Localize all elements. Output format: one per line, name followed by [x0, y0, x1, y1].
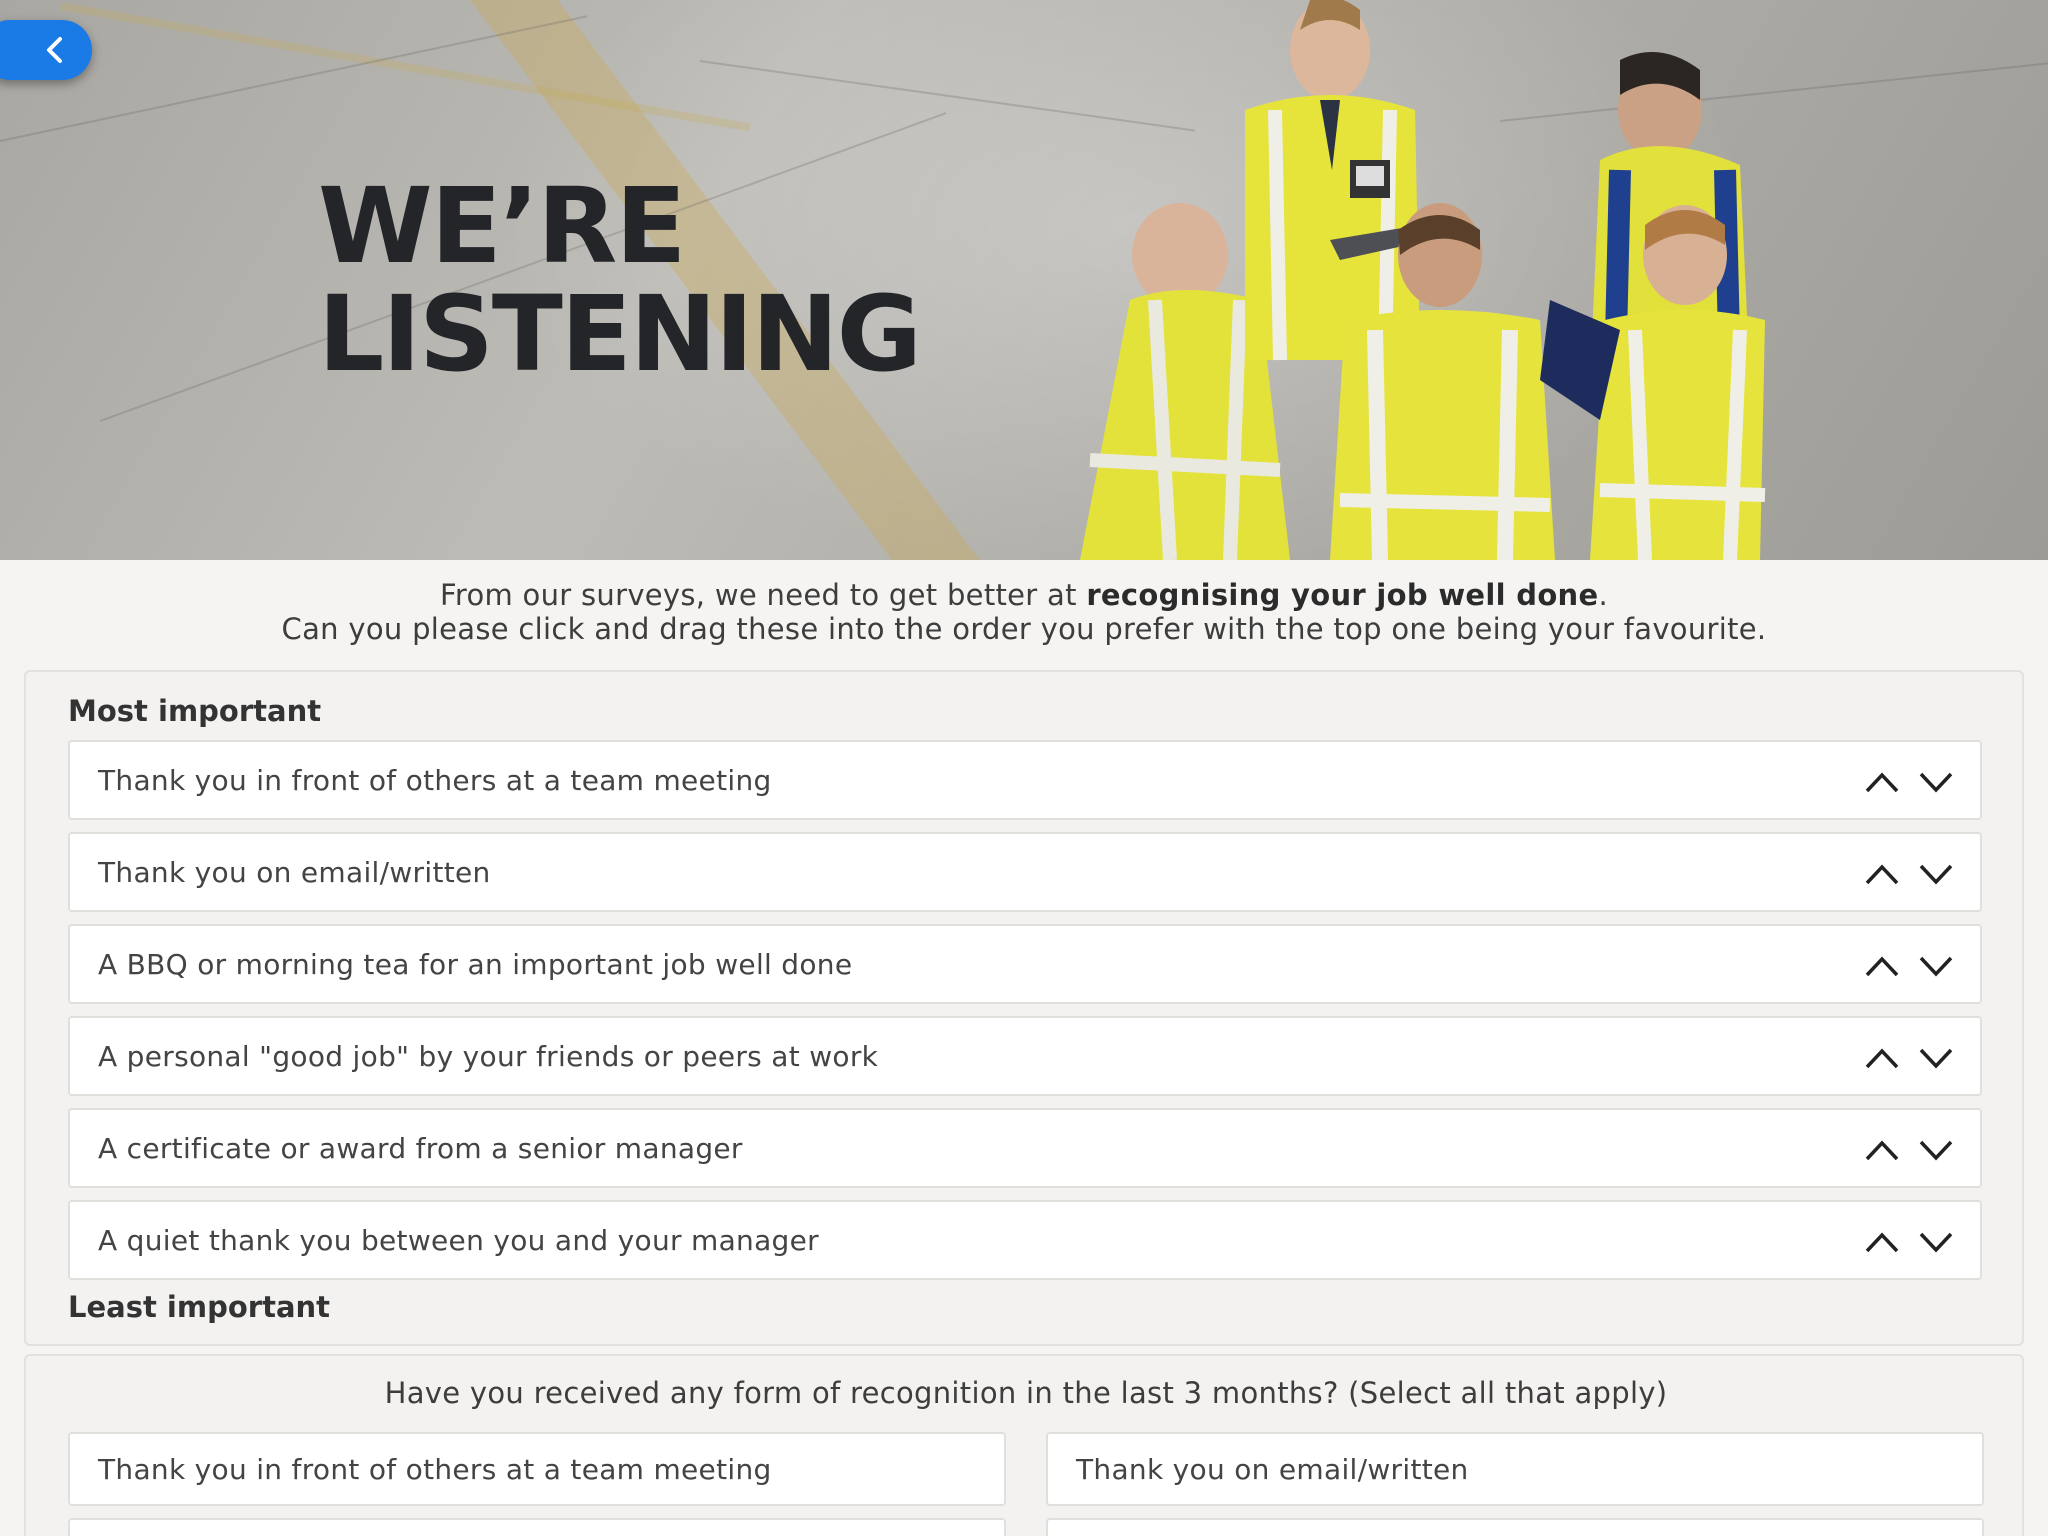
move-down-button[interactable]	[1918, 1132, 1954, 1168]
rank-item[interactable]: A personal "good job" by your friends or…	[68, 1016, 1982, 1096]
rank-item[interactable]: A quiet thank you between you and your m…	[68, 1200, 1982, 1280]
least-important-label: Least important	[68, 1290, 331, 1324]
recognition-option-label: Thank you in front of others at a team m…	[98, 1452, 772, 1486]
move-down-button[interactable]	[1918, 856, 1954, 892]
intro-text: From our surveys, we need to get better …	[0, 578, 2048, 646]
chevron-down-icon	[1919, 864, 1953, 885]
move-up-button[interactable]	[1864, 856, 1900, 892]
rank-item-controls	[1864, 856, 1954, 892]
rank-item-controls	[1864, 1132, 1954, 1168]
workers-photo	[1080, 0, 1766, 560]
recognition-option[interactable]: Thank you on email/written	[1046, 1432, 1984, 1506]
most-important-label: Most important	[68, 694, 322, 728]
move-down-button[interactable]	[1918, 1040, 1954, 1076]
rank-item-controls	[1864, 764, 1954, 800]
recognition-question: Have you received any form of recognitio…	[384, 1376, 1668, 1410]
back-button[interactable]	[0, 20, 92, 80]
move-down-button[interactable]	[1918, 1224, 1954, 1260]
rank-item-controls	[1864, 1224, 1954, 1260]
move-up-button[interactable]	[1864, 1132, 1900, 1168]
rank-item-label: A certificate or award from a senior man…	[98, 1131, 743, 1165]
intro-line-1-bold: recognising your job well done	[1086, 578, 1599, 612]
chevron-up-icon	[1865, 956, 1899, 977]
ranking-panel: Most important Thank you in front of oth…	[24, 670, 2024, 1346]
intro-line-1-suffix: .	[1598, 578, 1608, 612]
recognition-panel: Have you received any form of recognitio…	[24, 1354, 2024, 1536]
page-title: WE’RE LISTENING	[318, 165, 922, 395]
title-line-1: WE’RE	[318, 165, 686, 287]
chevron-up-icon	[1865, 1048, 1899, 1069]
rank-item-controls	[1864, 948, 1954, 984]
chevron-down-icon	[1919, 772, 1953, 793]
rank-item-label: A quiet thank you between you and your m…	[98, 1223, 819, 1257]
rank-item-controls	[1864, 1040, 1954, 1076]
chevron-up-icon	[1865, 772, 1899, 793]
chevron-up-icon	[1865, 1232, 1899, 1253]
move-up-button[interactable]	[1864, 764, 1900, 800]
recognition-option[interactable]	[1046, 1518, 1984, 1536]
move-down-button[interactable]	[1918, 948, 1954, 984]
chevron-down-icon	[1919, 1232, 1953, 1253]
move-down-button[interactable]	[1918, 764, 1954, 800]
rank-item-label: Thank you in front of others at a team m…	[98, 763, 772, 797]
intro-line-1: From our surveys, we need to get better …	[0, 578, 2048, 612]
rank-item[interactable]: Thank you on email/written	[68, 832, 1982, 912]
survey-page: WE’RE LISTENING From our surveys, we nee…	[0, 0, 2048, 1536]
chevron-left-icon	[47, 37, 62, 63]
title-line-2: LISTENING	[318, 273, 922, 395]
chevron-up-icon	[1865, 1140, 1899, 1161]
chevron-down-icon	[1919, 1048, 1953, 1069]
chevron-down-icon	[1919, 956, 1953, 977]
chevron-down-icon	[1919, 1140, 1953, 1161]
recognition-option[interactable]: Thank you in front of others at a team m…	[68, 1432, 1006, 1506]
rank-item[interactable]: A BBQ or morning tea for an important jo…	[68, 924, 1982, 1004]
rank-item-label: Thank you on email/written	[98, 855, 491, 889]
recognition-option[interactable]	[68, 1518, 1006, 1536]
rank-item-label: A personal "good job" by your friends or…	[98, 1039, 879, 1073]
move-up-button[interactable]	[1864, 1040, 1900, 1076]
rank-item[interactable]: Thank you in front of others at a team m…	[68, 740, 1982, 820]
recognition-option-label: Thank you on email/written	[1076, 1452, 1469, 1486]
rank-item[interactable]: A certificate or award from a senior man…	[68, 1108, 1982, 1188]
move-up-button[interactable]	[1864, 1224, 1900, 1260]
hero-banner: WE’RE LISTENING	[0, 0, 2048, 560]
move-up-button[interactable]	[1864, 948, 1900, 984]
rank-item-label: A BBQ or morning tea for an important jo…	[98, 947, 853, 981]
intro-line-1-prefix: From our surveys, we need to get better …	[439, 578, 1087, 612]
intro-line-2: Can you please click and drag these into…	[281, 612, 1767, 646]
chevron-up-icon	[1865, 864, 1899, 885]
